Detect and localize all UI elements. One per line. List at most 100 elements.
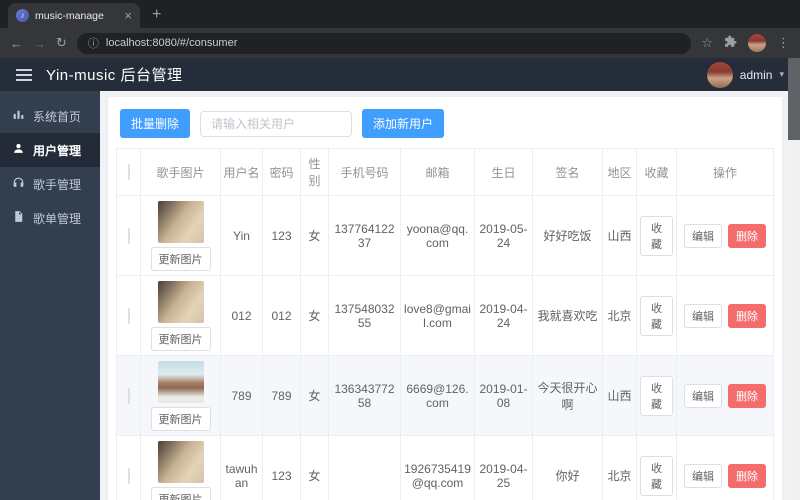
- batch-delete-button[interactable]: 批量删除: [120, 109, 191, 138]
- col-header: 用户名: [220, 148, 263, 196]
- row-checkbox[interactable]: [127, 307, 130, 324]
- collect-button[interactable]: 收藏: [640, 215, 673, 256]
- cell-username: 789: [220, 355, 263, 436]
- row-checkbox[interactable]: [127, 467, 130, 484]
- table-header-row: 歌手图片 用户名 密码 性别 手机号码 邮箱 生日 签名 地区 收藏 操作: [116, 148, 774, 196]
- cell-email: 1926735419@qq.com: [400, 435, 475, 500]
- sidebar-item-home[interactable]: 系统首页: [0, 99, 100, 133]
- edit-button[interactable]: 编辑: [684, 303, 722, 328]
- cell-email: yoona@qq.com: [400, 195, 475, 276]
- cell-birthday: 2019-04-25: [474, 435, 533, 500]
- page-scrollbar[interactable]: [788, 58, 800, 500]
- browser-profile-avatar[interactable]: [748, 34, 766, 52]
- back-icon[interactable]: ←: [10, 36, 23, 51]
- cell-password: 789: [262, 355, 301, 436]
- collect-button[interactable]: 收藏: [640, 295, 673, 336]
- edit-button[interactable]: 编辑: [684, 463, 722, 488]
- extensions-icon[interactable]: [724, 35, 737, 51]
- collect-button[interactable]: 收藏: [640, 375, 673, 416]
- user-avatar: [706, 61, 733, 88]
- headset-icon: [12, 176, 25, 192]
- col-header: 密码: [262, 148, 301, 196]
- cell-region: 北京: [602, 435, 637, 500]
- table-row: 更新图片 Yin 123 女 13776412237 yoona@qq.com …: [116, 195, 774, 276]
- cell-signature: 你好: [532, 435, 603, 500]
- site-info-icon[interactable]: ⓘ: [88, 35, 99, 51]
- reload-icon[interactable]: ↻: [56, 35, 67, 51]
- delete-button[interactable]: 删除: [728, 463, 766, 488]
- col-header: 手机号码: [328, 148, 401, 196]
- col-header: 歌手图片: [140, 148, 221, 196]
- hamburger-icon[interactable]: [16, 66, 32, 84]
- select-all-checkbox[interactable]: [127, 164, 130, 180]
- browser-toolbar: ← → ↻ ⓘ localhost:8080/#/consumer ☆ ⋮: [0, 28, 800, 58]
- update-image-button[interactable]: 更新图片: [150, 247, 211, 271]
- update-image-button[interactable]: 更新图片: [150, 327, 211, 351]
- table-toolbar: 批量删除 添加新用户: [120, 109, 774, 138]
- sidebar-item-label: 系统首页: [33, 109, 82, 124]
- sidebar-item-singers[interactable]: 歌手管理: [0, 167, 100, 201]
- cell-password: 012: [262, 275, 301, 356]
- update-image-button[interactable]: 更新图片: [150, 487, 211, 500]
- cell-gender: 女: [300, 275, 329, 356]
- cell-phone: 13776412237: [328, 195, 401, 276]
- col-header: 邮箱: [400, 148, 475, 196]
- add-user-button[interactable]: 添加新用户: [362, 109, 445, 138]
- user-image: [157, 441, 204, 483]
- sidebar-item-label: 歌手管理: [33, 177, 82, 192]
- update-image-button[interactable]: 更新图片: [150, 407, 211, 431]
- cell-username: 012: [220, 275, 263, 356]
- cell-email: love8@gmail.com: [400, 275, 475, 356]
- edit-button[interactable]: 编辑: [684, 383, 722, 408]
- cell-signature: 好好吃饭: [532, 195, 603, 276]
- cell-phone: [328, 435, 401, 500]
- search-input[interactable]: [200, 110, 353, 137]
- browser-tab-strip: ♪ music-manage × +: [0, 0, 800, 28]
- browser-tab[interactable]: ♪ music-manage ×: [8, 3, 140, 28]
- cell-username: Yin: [220, 195, 263, 276]
- cell-username: tawuhan: [220, 435, 263, 500]
- col-header: 操作: [676, 148, 774, 196]
- cell-region: 北京: [602, 275, 637, 356]
- bookmark-star-icon[interactable]: ☆: [701, 35, 713, 51]
- cell-phone: 13634377258: [328, 355, 401, 436]
- new-tab-button[interactable]: +: [152, 6, 161, 24]
- users-table: 歌手图片 用户名 密码 性别 手机号码 邮箱 生日 签名 地区 收藏 操作 更新…: [116, 148, 774, 500]
- delete-button[interactable]: 删除: [728, 303, 766, 328]
- cell-region: 山西: [602, 195, 637, 276]
- cell-gender: 女: [300, 435, 329, 500]
- sidebar-item-users[interactable]: 用户管理: [0, 133, 100, 167]
- caret-down-icon: ▾: [779, 69, 784, 79]
- col-header: 收藏: [636, 148, 677, 196]
- col-header: 性别: [300, 148, 329, 196]
- row-checkbox[interactable]: [127, 227, 130, 244]
- sidebar-item-playlists[interactable]: 歌单管理: [0, 201, 100, 235]
- tab-title: music-manage: [35, 9, 104, 22]
- forward-icon[interactable]: →: [33, 36, 46, 51]
- cell-gender: 女: [300, 355, 329, 436]
- delete-button[interactable]: 删除: [728, 223, 766, 248]
- cell-phone: 13754803255: [328, 275, 401, 356]
- table-row: 更新图片 012 012 女 13754803255 love8@gmail.c…: [116, 275, 774, 356]
- content-card: 批量删除 添加新用户 歌手图片 用户名: [108, 97, 782, 500]
- user-image: [157, 281, 204, 323]
- row-checkbox[interactable]: [127, 387, 130, 404]
- cell-password: 123: [262, 195, 301, 276]
- edit-button[interactable]: 编辑: [684, 223, 722, 248]
- tab-close-icon[interactable]: ×: [124, 8, 132, 23]
- user-menu[interactable]: admin ▾: [706, 61, 784, 88]
- browser-menu-icon[interactable]: ⋮: [777, 35, 790, 51]
- cell-signature: 我就喜欢吃: [532, 275, 603, 356]
- address-bar[interactable]: ⓘ localhost:8080/#/consumer: [76, 32, 692, 54]
- cell-birthday: 2019-01-08: [474, 355, 533, 436]
- user-image: [157, 361, 204, 403]
- collect-button[interactable]: 收藏: [640, 455, 673, 496]
- cell-region: 山西: [602, 355, 637, 436]
- scrollbar-thumb[interactable]: [788, 58, 800, 140]
- table-row: 更新图片 tawuhan 123 女 1926735419@qq.com 201…: [116, 435, 774, 500]
- document-icon: [12, 210, 25, 226]
- table-row: 更新图片 789 789 女 13634377258 6669@126.com …: [116, 355, 774, 436]
- cell-gender: 女: [300, 195, 329, 276]
- delete-button[interactable]: 删除: [728, 383, 766, 408]
- sidebar: 系统首页 用户管理 歌手管理 歌单管理: [0, 91, 100, 500]
